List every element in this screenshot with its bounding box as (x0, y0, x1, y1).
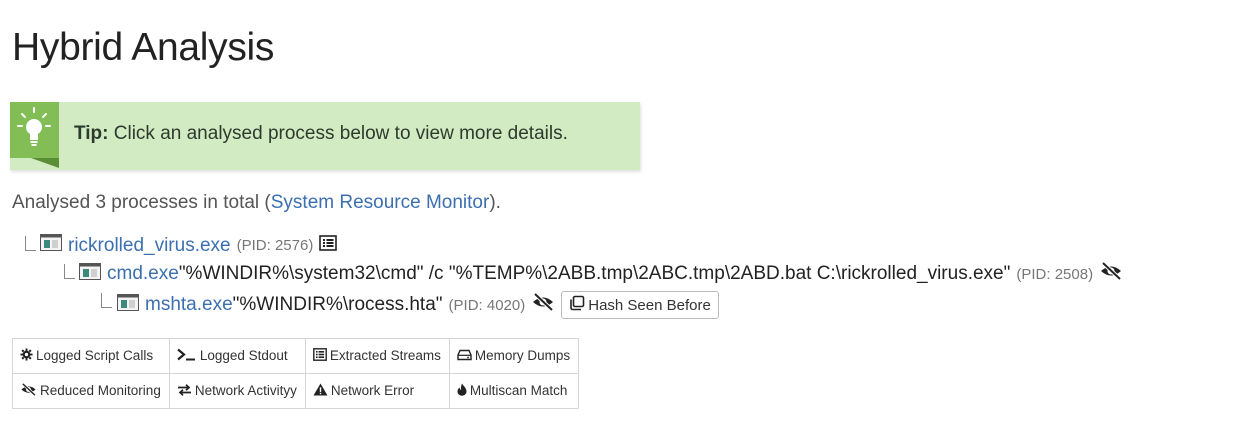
summary-prefix: Analysed 3 processes in total ( (12, 192, 271, 213)
process-row-1: rickrolled_virus.exe (PID: 2576) (40, 234, 338, 257)
process-summary: Analysed 3 processes in total (System Re… (12, 192, 501, 214)
tip-box: Tip: Click an analysed process below to … (10, 102, 640, 170)
tree-connector (64, 264, 75, 279)
legend-row: Reduced Monitoring Network Activityy Net… (12, 373, 580, 409)
tree-connector (101, 293, 112, 308)
process-args: "%WINDIR%\system32\cmd" /c "%TEMP%\2ABB.… (178, 263, 1011, 284)
system-resource-monitor-link[interactable]: System Resource Monitor (271, 192, 490, 213)
process-name-link[interactable]: cmd.exe (107, 263, 179, 285)
legend-item-reduced-monitoring: Reduced Monitoring (12, 373, 170, 409)
legend-item-memory-dumps: Memory Dumps (448, 338, 580, 374)
gear-icon (20, 348, 33, 364)
page: Hybrid Analysis Tip: Click an analysed p… (0, 0, 1243, 423)
fire-icon (457, 383, 467, 399)
warning-icon (313, 383, 328, 399)
hash-badge-label: Hash Seen Before (588, 296, 711, 314)
eye-slash-icon (20, 383, 37, 399)
legend-item-network-error: Network Error (304, 373, 450, 409)
process-args: "%WINDIR%\rocess.hta" (232, 294, 443, 315)
tip-label: Tip: (74, 123, 109, 144)
process-row-3: mshta.exe "%WINDIR%\rocess.hta" (PID: 40… (117, 291, 719, 319)
process-pid: (PID: 4020) (448, 296, 526, 314)
summary-suffix: ). (489, 192, 501, 213)
legend-label: Logged Script Calls (36, 347, 154, 363)
legend-item-extracted-streams: Extracted Streams (304, 338, 450, 374)
eye-slash-icon (1099, 261, 1123, 286)
legend-label: Memory Dumps (474, 348, 571, 364)
process-pid: (PID: 2576) (236, 237, 314, 254)
legend-item-logged-script-calls: Logged Script Calls (12, 338, 170, 374)
process-pid: (PID: 2508) (1016, 265, 1094, 283)
lightbulb-icon (10, 102, 59, 158)
legend-row: Logged Script Calls Logged Stdout Extrac… (12, 338, 580, 374)
process-name-link[interactable]: rickrolled_virus.exe (68, 235, 231, 257)
terminal-icon (177, 348, 197, 364)
copy-icon (569, 295, 585, 315)
legend-item-logged-stdout: Logged Stdout (168, 338, 306, 374)
list-icon (312, 348, 327, 364)
legend-item-multiscan-match: Multiscan Match (448, 373, 580, 409)
list-icon[interactable] (319, 234, 338, 257)
legend-label: Reduced Monitoring (40, 382, 161, 398)
process-row-2: cmd.exe "%WINDIR%\system32\cmd" /c "%TEM… (79, 261, 1123, 286)
tip-message: Click an analysed process below to view … (108, 123, 568, 144)
hdd-icon (457, 349, 472, 364)
exchange-icon (177, 384, 192, 399)
legend-label: Logged Stdout (199, 347, 288, 363)
hash-seen-before-badge[interactable]: Hash Seen Before (561, 291, 719, 319)
legend-item-network-activity: Network Activityy (168, 373, 306, 409)
tip-fold (31, 158, 59, 168)
eye-slash-icon (531, 292, 555, 317)
tree-connector (25, 236, 36, 251)
page-title: Hybrid Analysis (12, 26, 275, 69)
legend-label: Network Activityy (194, 383, 297, 399)
window-icon (79, 262, 101, 286)
legend-label: Extracted Streams (329, 347, 441, 363)
tip-text: Tip: Click an analysed process below to … (74, 123, 568, 145)
process-name-link[interactable]: mshta.exe (145, 294, 233, 316)
legend-label: Multiscan Match (469, 382, 568, 398)
legend-label: Network Error (330, 382, 415, 398)
window-icon (40, 234, 62, 257)
legend-table: Logged Script Calls Logged Stdout Extrac… (12, 338, 580, 409)
window-icon (117, 293, 139, 317)
